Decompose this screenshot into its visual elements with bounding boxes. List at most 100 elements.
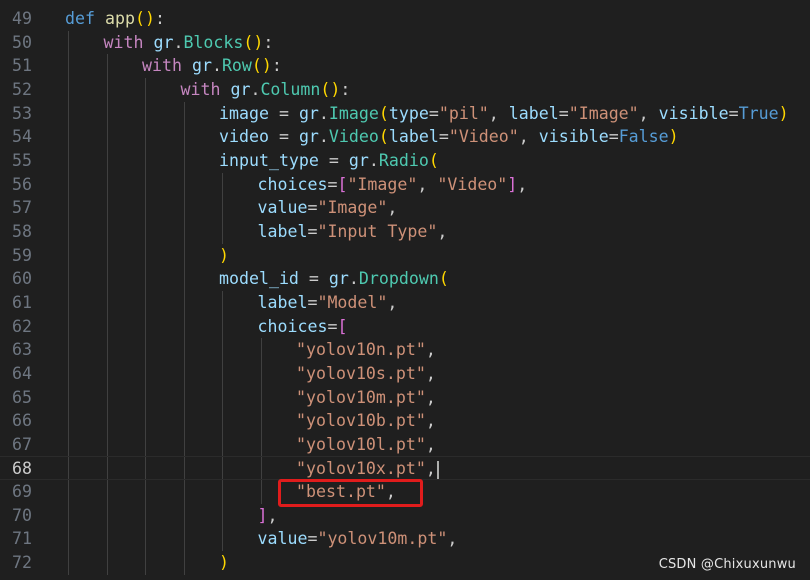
- code-line[interactable]: 62 choices=[: [0, 315, 810, 339]
- code-line[interactable]: 70],: [0, 504, 810, 528]
- code-token: ,: [425, 459, 436, 479]
- code-token: =: [608, 127, 619, 147]
- code-text: "yolov10b.pt",: [296, 409, 436, 433]
- code-token: =: [327, 174, 338, 194]
- code-token: with: [142, 56, 192, 76]
- code-token: gr: [191, 56, 212, 76]
- code-text: "yolov10l.pt",: [296, 433, 436, 457]
- code-token: =: [438, 127, 449, 147]
- code-token: Blocks: [183, 32, 244, 52]
- line-number: 70: [12, 505, 32, 525]
- line-number: 63: [12, 340, 32, 360]
- code-token: "Video": [448, 127, 519, 147]
- code-token: gr: [298, 103, 319, 123]
- line-number: 61: [12, 292, 32, 312]
- line-number: 49: [12, 9, 32, 28]
- code-token: =: [728, 103, 739, 123]
- line-number: 60: [12, 269, 32, 289]
- line-number: 68: [12, 459, 32, 479]
- line-number: 56: [12, 174, 32, 194]
- code-text: "yolov10n.pt",: [296, 338, 436, 362]
- code-token: ): [219, 553, 229, 573]
- code-token: (): [243, 32, 264, 52]
- code-line[interactable]: 64 "yolov10s.pt",: [0, 362, 810, 386]
- code-token: ,: [425, 411, 436, 431]
- code-line[interactable]: 54 video = gr.Video(label="Video", visibl…: [0, 125, 810, 149]
- code-token: input_type: [219, 150, 319, 170]
- code-token: app: [104, 9, 135, 28]
- code-token: label: [257, 292, 308, 312]
- code-token: .: [368, 150, 379, 170]
- code-token: gr: [348, 150, 369, 170]
- code-token: gr: [298, 127, 319, 147]
- code-token: =: [268, 127, 299, 147]
- code-token: ,: [447, 529, 458, 549]
- code-line[interactable]: 58 label="Input Type",: [0, 220, 810, 244]
- code-token: "yolov10l.pt": [296, 434, 426, 454]
- code-line[interactable]: 61 label="Model",: [0, 291, 810, 315]
- code-token: gr: [328, 269, 349, 289]
- code-text: ],: [258, 504, 278, 528]
- code-line[interactable]: 67 "yolov10l.pt",: [0, 433, 810, 457]
- code-token: "yolov10m.pt": [296, 387, 426, 407]
- code-token: model_id: [219, 269, 299, 289]
- code-line[interactable]: 52 with gr.Column():: [0, 78, 810, 102]
- code-token: (): [134, 9, 155, 28]
- code-line[interactable]: 71 value="yolov10m.pt",: [0, 527, 810, 551]
- code-token: "Video": [437, 174, 508, 194]
- code-text: "yolov10s.pt",: [296, 362, 436, 386]
- code-token: (: [378, 103, 389, 123]
- line-number: 52: [12, 79, 32, 99]
- code-text: with gr.Row():: [142, 54, 282, 78]
- code-token: ,: [267, 505, 278, 525]
- code-token: .: [250, 79, 261, 99]
- line-number: 62: [12, 316, 32, 336]
- line-number: 64: [12, 363, 32, 383]
- code-line[interactable]: 60 model_id = gr.Dropdown(: [0, 267, 810, 291]
- code-token: value: [257, 529, 308, 549]
- code-token: =: [428, 103, 439, 123]
- code-token: ): [778, 103, 789, 123]
- watermark: CSDN @Chixuxunwu: [658, 557, 796, 572]
- code-token: (): [320, 79, 341, 99]
- line-number: 67: [12, 434, 32, 454]
- code-token: ,: [387, 292, 398, 312]
- code-token: gr: [153, 32, 174, 52]
- code-token: :: [263, 32, 274, 52]
- code-token: Image: [328, 103, 379, 123]
- code-text: image = gr.Image(type="pil", label="Imag…: [219, 102, 789, 126]
- code-line[interactable]: 65 "yolov10m.pt",: [0, 386, 810, 410]
- code-token: visible: [658, 103, 729, 123]
- code-token: gr: [230, 79, 251, 99]
- code-token: =: [307, 529, 318, 549]
- code-token: "yolov10n.pt": [296, 340, 426, 360]
- code-token: [: [337, 174, 348, 194]
- code-token: "Image": [347, 174, 418, 194]
- code-line[interactable]: 66 "yolov10b.pt",: [0, 409, 810, 433]
- code-editor[interactable]: 49 def app(): 50 with gr.Blocks(): 51 with gr…: [0, 0, 810, 580]
- line-number: 58: [12, 221, 32, 241]
- code-line[interactable]: 50 with gr.Blocks():: [0, 31, 810, 55]
- code-text: label="Model",: [258, 291, 398, 315]
- code-line[interactable]: 56 choices=["Image", "Video"],: [0, 173, 810, 197]
- code-text: "yolov10m.pt",: [296, 386, 436, 410]
- code-line[interactable]: 59): [0, 244, 810, 268]
- code-line[interactable]: 53 image = gr.Image(type="pil", label="Im…: [0, 102, 810, 126]
- code-text: label="Input Type",: [258, 220, 448, 244]
- code-line[interactable]: 51 with gr.Row():: [0, 54, 810, 78]
- code-line[interactable]: 68 "yolov10x.pt",: [0, 456, 810, 481]
- code-text: def app():: [65, 7, 165, 31]
- code-token: ,: [425, 363, 436, 383]
- code-line[interactable]: 55 input_type = gr.Radio(: [0, 149, 810, 173]
- code-token: choices: [257, 316, 328, 336]
- line-number: 71: [12, 529, 32, 549]
- code-text: with gr.Blocks():: [104, 31, 274, 55]
- code-token: with: [180, 79, 231, 99]
- line-number: 65: [12, 387, 32, 407]
- code-line[interactable]: 63 "yolov10n.pt",: [0, 338, 810, 362]
- code-line[interactable]: 57 value="Image",: [0, 196, 810, 220]
- code-token: (: [438, 269, 449, 289]
- code-token: visible: [538, 127, 609, 147]
- code-token: ): [668, 127, 679, 147]
- code-line[interactable]: 49 def app():: [0, 7, 810, 31]
